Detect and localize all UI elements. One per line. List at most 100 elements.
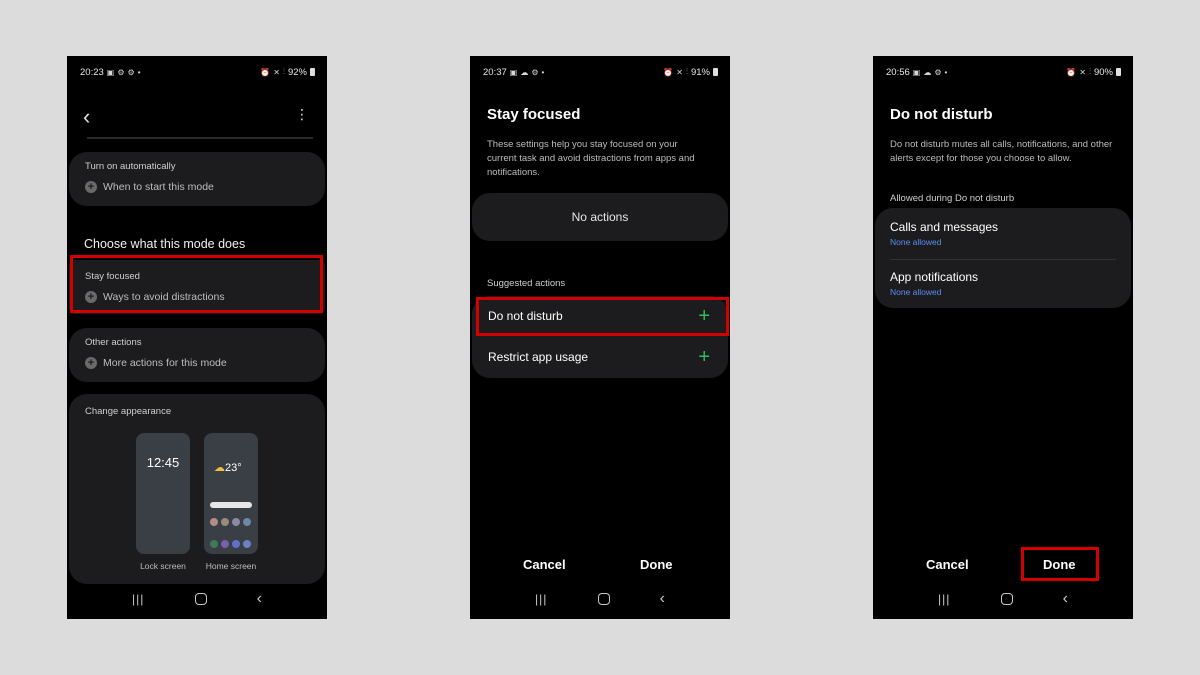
status-bar: 20:37 ▣ ☁ ⚙ • ⏰ ✕ ⫶ 91% (483, 66, 718, 78)
lock-screen-time: 12:45 (146, 455, 180, 470)
more-actions-item[interactable]: + More actions for this mode (85, 357, 227, 369)
turn-on-label: Turn on automatically (85, 161, 176, 172)
restrict-app-usage-action[interactable]: Restrict app usage + (472, 337, 728, 377)
app-icon (232, 518, 240, 526)
status-bar: 20:23 ▣ ⚙ ⚙ • ⏰ ✕ ⫶ 92% (80, 66, 315, 78)
other-actions-card[interactable]: Other actions + More actions for this mo… (69, 328, 325, 382)
cancel-button[interactable]: Cancel (926, 557, 969, 572)
recent-apps-icon[interactable]: ||| (132, 592, 144, 606)
alarm-icon: ⏰ (260, 67, 271, 77)
restrict-app-usage-label: Restrict app usage (488, 350, 589, 364)
battery-percent: 90% (1093, 66, 1113, 78)
notification-dot-icon: • (541, 67, 545, 77)
cloud-icon: ☁ (923, 67, 932, 77)
signal-icon: ⫶ (1088, 67, 1091, 76)
turn-on-automatically-card[interactable]: Turn on automatically + When to start th… (69, 152, 325, 206)
weather-temp: 23° (225, 462, 242, 474)
add-circle-icon: + (85, 357, 97, 369)
suggested-actions-label: Suggested actions (487, 278, 566, 289)
divider (890, 259, 1116, 260)
page-description: Do not disturb mutes all calls, notifica… (890, 139, 1113, 164)
calls-and-messages-item[interactable]: Calls and messages None allowed (890, 220, 998, 247)
gallery-icon: ▣ (106, 67, 115, 77)
stay-focused-card[interactable]: Stay focused + Ways to avoid distraction… (69, 260, 325, 314)
page-title: Stay focused (487, 106, 581, 123)
nav-back-icon[interactable]: ‹ (1063, 590, 1068, 608)
app-icon (210, 540, 218, 548)
cloud-icon: ☁ (520, 67, 529, 77)
allowed-during-label: Allowed during Do not disturb (890, 193, 1015, 204)
done-button[interactable]: Done (640, 557, 673, 572)
page-description: These settings help you stay focused on … (487, 139, 695, 178)
choose-mode-heading: Choose what this mode does (84, 237, 246, 251)
back-icon[interactable]: ‹ (83, 104, 90, 130)
battery-percent: 91% (690, 66, 710, 78)
page-title: Do not disturb (890, 106, 993, 123)
add-circle-icon: + (85, 291, 97, 303)
status-time: 20:37 (483, 66, 507, 78)
app-notifications-status: None allowed (890, 287, 942, 297)
other-actions-label: Other actions (85, 337, 142, 348)
ways-to-avoid-label: Ways to avoid distractions (103, 291, 225, 303)
alarm-icon: ⏰ (1066, 67, 1077, 77)
navigation-bar: ||| ‹ (470, 590, 730, 608)
more-options-icon[interactable]: ⋮ (295, 106, 309, 123)
change-appearance-card: Change appearance 12:45 ☁23° Lock screen… (69, 394, 325, 584)
signal-icon: ⫶ (282, 67, 285, 76)
signal-icon: ⫶ (685, 67, 688, 76)
change-appearance-label: Change appearance (85, 406, 172, 417)
phone-screen-modes-settings: 20:23 ▣ ⚙ ⚙ • ⏰ ✕ ⫶ 92% ‹ ⋮ Turn on auto… (67, 56, 327, 619)
lock-screen-preview[interactable]: 12:45 (136, 433, 190, 554)
suggested-actions-card: Do not disturb + Restrict app usage + (472, 296, 728, 378)
home-icon[interactable] (1000, 593, 1013, 605)
home-screen-label: Home screen (205, 561, 257, 571)
lock-screen-label: Lock screen (140, 561, 186, 571)
add-icon[interactable]: + (698, 346, 710, 369)
phone-screen-do-not-disturb: 20:56 ▣ ☁ ⚙ • ⏰ ✕ ⫶ 90% Do not disturb D… (873, 56, 1133, 619)
status-time: 20:56 (886, 66, 910, 78)
recent-apps-icon[interactable]: ||| (938, 592, 950, 606)
navigation-bar: ||| ‹ (67, 590, 327, 608)
when-to-start-label: When to start this mode (103, 181, 214, 193)
settings-status-icon-2: ⚙ (127, 67, 135, 77)
search-bar-widget (210, 502, 252, 508)
home-icon[interactable] (597, 593, 610, 605)
allowed-card: Calls and messages None allowed App noti… (875, 208, 1131, 308)
home-screen-preview[interactable]: ☁23° (204, 433, 258, 554)
when-to-start-item[interactable]: + When to start this mode (85, 181, 214, 193)
more-actions-label: More actions for this mode (103, 357, 227, 369)
app-notifications-label: App notifications (890, 270, 979, 284)
stay-focused-label: Stay focused (85, 271, 140, 282)
calls-and-messages-label: Calls and messages (890, 220, 999, 234)
settings-status-icon: ⚙ (117, 67, 125, 77)
battery-icon (713, 68, 718, 76)
mute-icon: ✕ (1079, 67, 1086, 77)
app-icon (210, 518, 218, 526)
home-icon[interactable] (194, 593, 207, 605)
notification-dot-icon: • (944, 67, 948, 77)
calls-status: None allowed (890, 237, 942, 247)
do-not-disturb-action[interactable]: Do not disturb + (472, 296, 728, 336)
cancel-button[interactable]: Cancel (523, 557, 566, 572)
mute-icon: ✕ (676, 67, 683, 77)
app-icon (232, 540, 240, 548)
nav-back-icon[interactable]: ‹ (660, 590, 665, 608)
app-icon (221, 540, 229, 548)
app-notifications-item[interactable]: App notifications None allowed (890, 270, 978, 297)
battery-icon (310, 68, 315, 76)
app-icon (243, 540, 251, 548)
done-button[interactable]: Done (1043, 557, 1076, 572)
add-icon[interactable]: + (698, 305, 710, 328)
alarm-icon: ⏰ (663, 67, 674, 77)
gallery-icon: ▣ (912, 67, 921, 77)
status-bar: 20:56 ▣ ☁ ⚙ • ⏰ ✕ ⫶ 90% (886, 66, 1121, 78)
do-not-disturb-label: Do not disturb (488, 309, 563, 323)
recent-apps-icon[interactable]: ||| (535, 592, 547, 606)
status-time: 20:23 (80, 66, 104, 78)
phone-screen-stay-focused: 20:37 ▣ ☁ ⚙ • ⏰ ✕ ⫶ 91% Stay focused The… (470, 56, 730, 619)
nav-back-icon[interactable]: ‹ (257, 590, 262, 608)
battery-icon (1116, 68, 1121, 76)
app-icon (243, 518, 251, 526)
no-actions-card: No actions (472, 193, 728, 241)
ways-to-avoid-item[interactable]: + Ways to avoid distractions (85, 291, 225, 303)
